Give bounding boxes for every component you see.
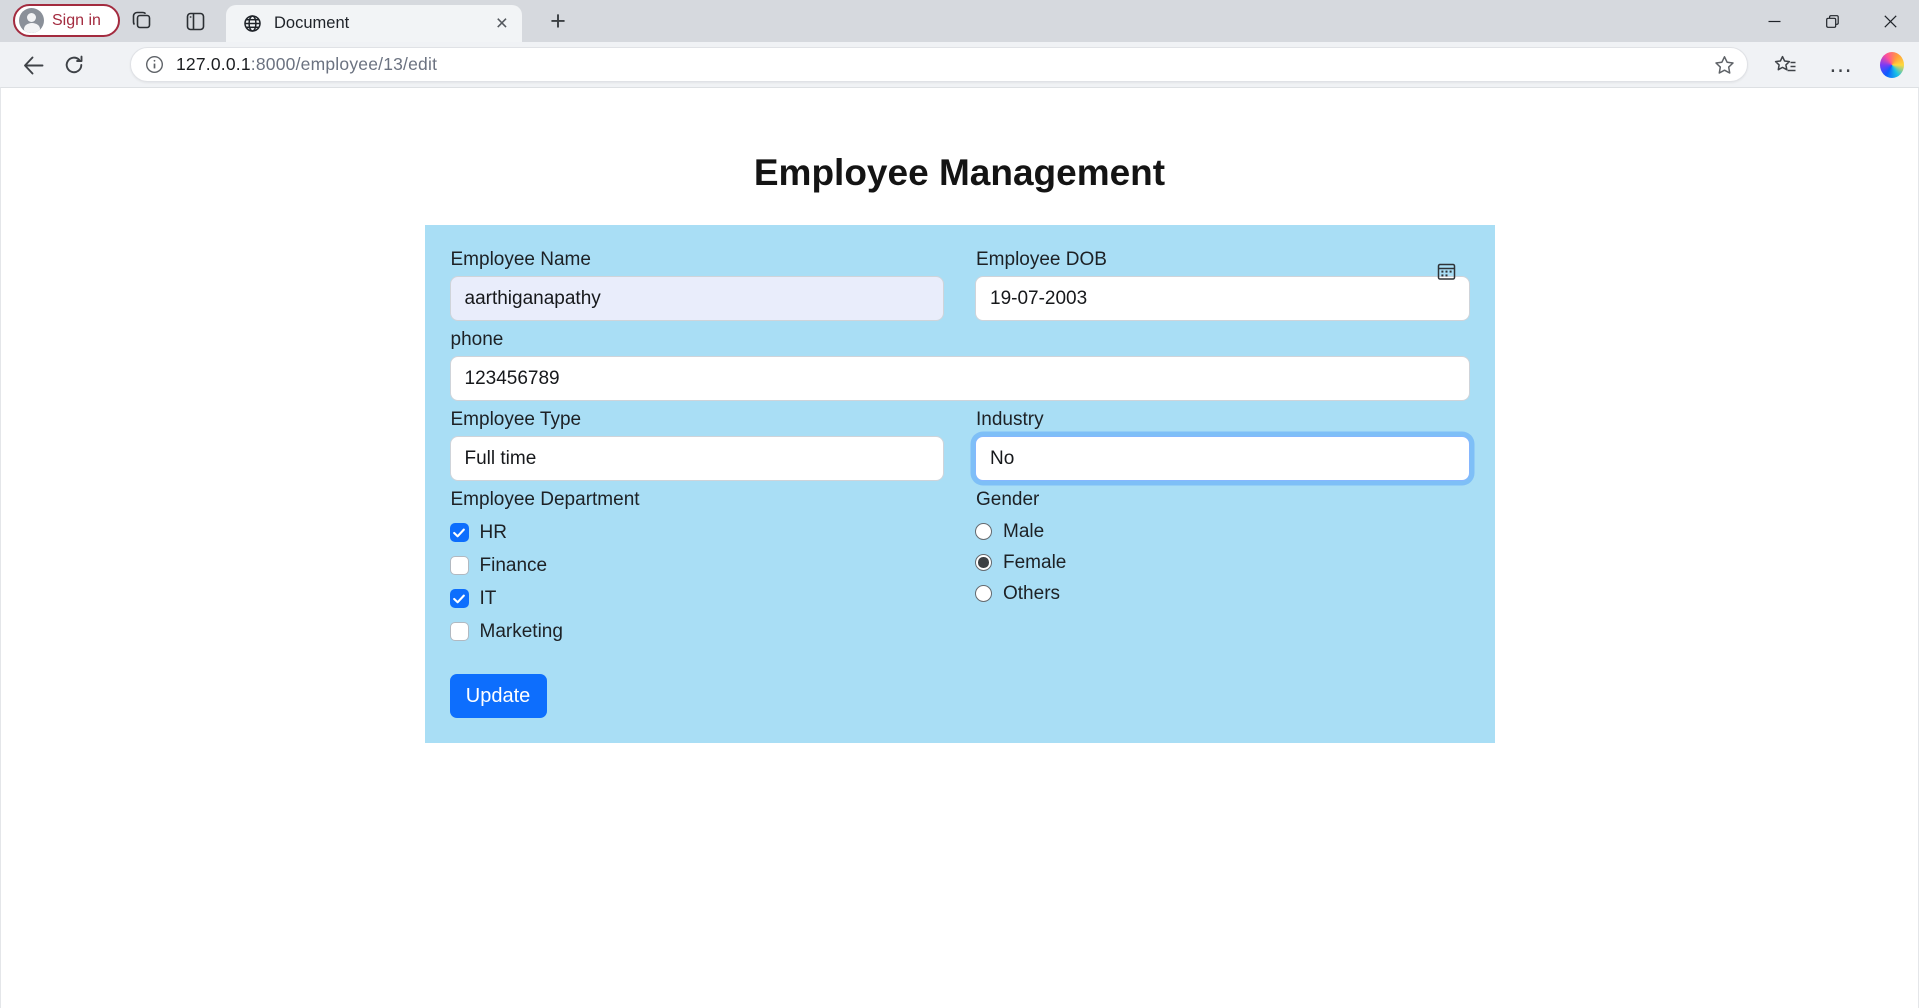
tab-title: Document [274,14,482,33]
industry-field-group: Industry [975,409,1470,481]
phone-label: phone [451,329,1470,351]
navigation-toolbar: 127.0.0.1:8000/employee/13/edit … [0,42,1919,87]
gender-radio-others[interactable]: Others [975,578,1470,609]
url-host: 127.0.0.1 [176,54,251,74]
name-label: Employee Name [451,249,945,271]
back-icon[interactable] [21,53,45,77]
name-field-group: Employee Name [450,249,945,321]
address-bar[interactable]: 127.0.0.1:8000/employee/13/edit [130,47,1748,82]
radio-male-icon[interactable] [975,523,992,540]
name-input[interactable] [450,276,945,321]
gender-radio-female[interactable]: Female [975,547,1470,578]
tab-layout-icon[interactable] [183,9,207,33]
window-close-button[interactable] [1861,0,1919,42]
type-label: Employee Type [451,409,945,431]
signin-button[interactable]: Sign in [13,4,120,37]
tab-strip: Sign in Document × + [0,0,1919,42]
calendar-icon[interactable] [1436,261,1457,287]
employee-form: Employee Name Employee DOB [425,225,1495,743]
phone-field-group: phone [450,329,1470,401]
new-tab-button[interactable]: + [543,5,573,37]
refresh-icon[interactable] [62,53,86,77]
department-checkbox-marketing[interactable]: Marketing [450,615,945,648]
department-checkbox-it[interactable]: IT [450,582,945,615]
gender-radio-male[interactable]: Male [975,516,1470,547]
url-text[interactable]: 127.0.0.1:8000/employee/13/edit [176,54,1702,75]
department-checkbox-finance[interactable]: Finance [450,549,945,582]
signin-label: Sign in [52,12,101,30]
checkbox-it-icon[interactable] [450,589,469,608]
copilot-icon[interactable] [1880,53,1904,77]
checkbox-hr-icon[interactable] [450,523,469,542]
bookmark-star-icon[interactable] [1714,55,1735,75]
dob-field-group: Employee DOB [975,249,1470,321]
checkbox-marketing-icon[interactable] [450,622,469,641]
browser-tab[interactable]: Document × [226,5,522,42]
gender-group: Gender Male Female Others [975,489,1470,648]
globe-icon [243,14,262,33]
favorites-list-icon[interactable] [1773,53,1797,77]
department-checkbox-hr[interactable]: HR [450,516,945,549]
industry-input[interactable] [975,436,1470,481]
department-label: Employee Department [451,489,945,511]
radio-others-icon[interactable] [975,585,992,602]
url-path: :8000/employee/13/edit [251,54,437,74]
industry-label: Industry [976,409,1470,431]
site-info-icon[interactable] [145,55,164,74]
window-restore-button[interactable] [1803,0,1861,42]
gender-label: Gender [976,489,1470,511]
dob-label: Employee DOB [976,249,1470,271]
page-viewport: Employee Management Employee Name Employ… [0,87,1919,1008]
type-field-group: Employee Type [450,409,945,481]
phone-input[interactable] [450,356,1470,401]
checkbox-finance-icon[interactable] [450,556,469,575]
employee-type-input[interactable] [450,436,945,481]
tab-close-icon[interactable]: × [494,13,510,34]
workspaces-icon[interactable] [130,9,154,33]
dob-input[interactable] [975,276,1470,321]
page-title: Employee Management [1,152,1918,194]
update-button[interactable]: Update [450,674,547,718]
department-group: Employee Department HR Finance IT Market… [450,489,945,648]
radio-female-icon[interactable] [975,554,992,571]
window-minimize-button[interactable] [1745,0,1803,42]
more-menu-icon[interactable]: … [1829,53,1853,77]
avatar-icon [19,8,44,33]
